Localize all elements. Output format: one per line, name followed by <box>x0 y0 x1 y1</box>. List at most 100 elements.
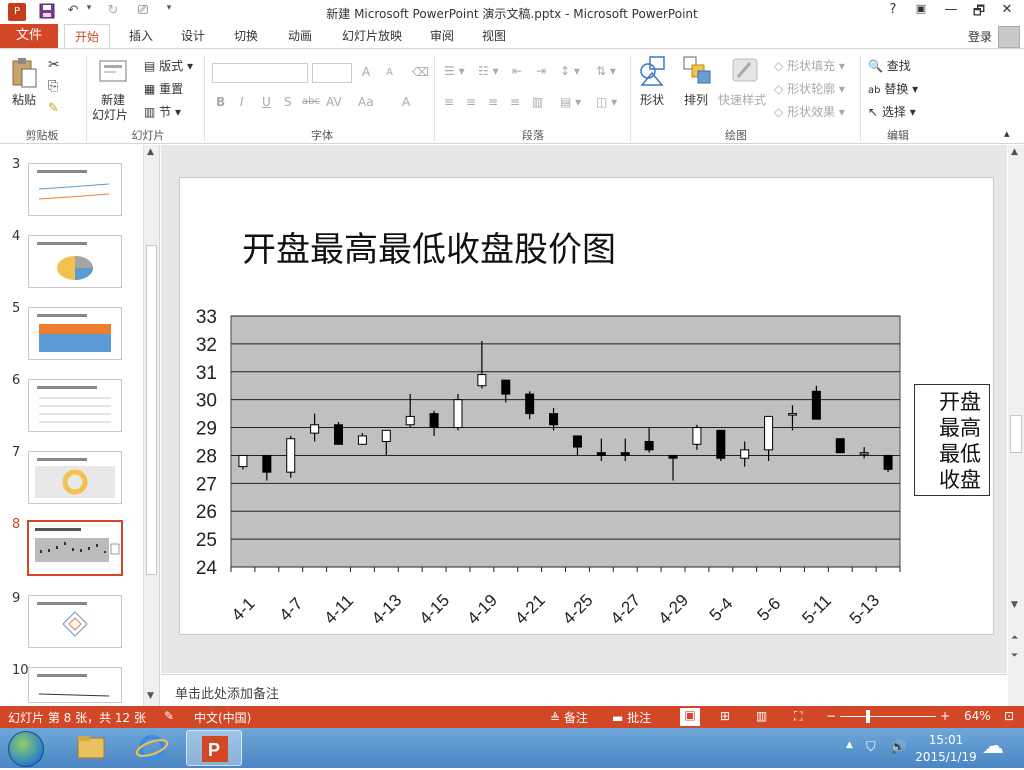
italic-button[interactable]: I <box>240 95 244 109</box>
justify-icon[interactable]: ≡ <box>510 95 520 109</box>
change-case-button[interactable]: Aa <box>358 95 374 109</box>
help-button[interactable]: ? <box>882 2 904 22</box>
slide-count-status[interactable]: 幻灯片 第 8 张，共 12 张 <box>8 709 146 726</box>
shape-effects-button[interactable]: ◇ 形状效果 ▾ <box>774 103 845 120</box>
tab-design[interactable]: 设计 <box>172 24 214 48</box>
slide-thumbnail-8[interactable] <box>27 520 123 576</box>
slide-thumbnail-4[interactable] <box>28 235 122 288</box>
numbering-icon[interactable]: ☷ ▾ <box>478 64 499 78</box>
close-button[interactable]: ✕ <box>996 2 1018 22</box>
internet-explorer-taskbar-icon[interactable] <box>124 730 180 766</box>
restore-button[interactable]: 🗗 <box>968 2 990 22</box>
scroll-up-arrow-icon[interactable]: ▲ <box>1011 147 1018 157</box>
replace-button[interactable]: ab 替换 ▾ <box>868 80 918 97</box>
shapes-icon[interactable] <box>638 55 666 86</box>
smartart-icon[interactable]: ◫ ▾ <box>596 95 617 109</box>
normal-view-icon[interactable]: ▣ <box>680 708 700 726</box>
chart-legend[interactable]: 开盘 最高 最低 收盘 <box>914 384 990 496</box>
spellcheck-icon[interactable]: ✎ <box>164 709 174 723</box>
previous-slide-icon[interactable]: ⏶ <box>1011 633 1018 643</box>
minimize-button[interactable]: — <box>940 2 962 22</box>
reading-view-icon[interactable]: ▥ <box>756 709 767 723</box>
clock-time[interactable]: 15:01 <box>924 733 968 747</box>
zoom-out-icon[interactable]: − <box>826 709 836 723</box>
comments-toggle[interactable]: ▬ 批注 <box>612 709 651 726</box>
start-button-icon[interactable] <box>8 731 44 767</box>
arrange-icon[interactable] <box>682 55 711 85</box>
notes-pane[interactable]: 单击此处添加备注 <box>161 674 1007 706</box>
slide-thumbnail-6[interactable] <box>28 379 122 432</box>
tab-insert[interactable]: 插入 <box>120 24 162 48</box>
font-size-select[interactable] <box>312 63 352 83</box>
align-right-icon[interactable]: ≡ <box>488 95 498 109</box>
notes-toggle[interactable]: ≜ 备注 <box>550 709 588 726</box>
text-direction-icon[interactable]: ⇅ ▾ <box>596 64 616 78</box>
copy-icon[interactable]: ⎘ <box>48 79 58 94</box>
font-shrink-icon[interactable]: A <box>386 67 393 78</box>
editor-scrollbar[interactable]: ▲ ▼ ⏶ ⏷ <box>1008 145 1024 706</box>
line-spacing-icon[interactable]: ↕ ▾ <box>560 64 580 78</box>
clock-date[interactable]: 2015/1/19 <box>914 750 978 764</box>
slide-thumbnail-5[interactable] <box>28 307 122 360</box>
shape-fill-button[interactable]: ◇ 形状填充 ▾ <box>774 57 845 74</box>
avatar[interactable] <box>998 26 1020 48</box>
columns-icon[interactable]: ▤ ▾ <box>560 95 581 109</box>
powerpoint-taskbar-icon[interactable]: P <box>186 730 242 766</box>
tab-view[interactable]: 视图 <box>472 24 516 48</box>
char-spacing-button[interactable]: AV <box>326 95 342 109</box>
show-hidden-icons-icon[interactable]: ▲ <box>846 740 853 750</box>
scrollbar-thumb[interactable] <box>1010 415 1022 453</box>
shapes-button[interactable]: 形状 <box>640 91 664 108</box>
cut-icon[interactable]: ✂ <box>48 57 60 73</box>
ribbon-display-options-icon[interactable]: ▣ <box>910 2 932 22</box>
zoom-slider-track[interactable] <box>840 716 936 717</box>
quick-styles-button[interactable]: 快速样式 <box>718 91 766 108</box>
select-button[interactable]: ↖ 选择 ▾ <box>868 103 916 120</box>
volume-icon[interactable]: 🔊 <box>890 740 906 755</box>
tab-slideshow[interactable]: 幻灯片放映 <box>336 24 408 48</box>
strikethrough-button[interactable]: abc <box>302 96 320 107</box>
thumbnails-scrollbar[interactable]: ▲ ▼ <box>143 145 159 706</box>
language-status[interactable]: 中文(中国) <box>194 709 251 726</box>
tab-file[interactable]: 文件 <box>0 24 58 48</box>
slide-thumbnail-7[interactable] <box>28 451 122 504</box>
new-slide-icon[interactable] <box>98 57 127 87</box>
format-painter-icon[interactable]: ✎ <box>48 101 59 116</box>
slide-sorter-view-icon[interactable]: ⊞ <box>720 709 730 723</box>
quick-styles-icon[interactable] <box>730 55 758 85</box>
zoom-slider-thumb[interactable] <box>866 710 870 723</box>
bullets-icon[interactable]: ☰ ▾ <box>444 64 465 78</box>
shadow-button[interactable]: S <box>284 95 292 109</box>
scrollbar-thumb[interactable] <box>146 245 157 575</box>
find-button[interactable]: 🔍 查找 <box>868 57 911 74</box>
slide-title[interactable]: 开盘最高最低收盘股价图 <box>242 222 616 271</box>
scroll-up-arrow-icon[interactable]: ▲ <box>147 147 154 157</box>
slide-thumbnail-9[interactable] <box>28 595 122 648</box>
align-center-icon[interactable]: ≡ <box>466 95 476 109</box>
scroll-down-arrow-icon[interactable]: ▼ <box>147 691 154 701</box>
notes-placeholder[interactable]: 单击此处添加备注 <box>175 683 279 702</box>
font-grow-icon[interactable]: A <box>362 65 370 79</box>
arrange-button[interactable]: 排列 <box>684 91 708 108</box>
slide-thumbnail-3[interactable] <box>28 163 122 216</box>
slide-thumbnail-10[interactable] <box>28 667 122 703</box>
bold-button[interactable]: B <box>216 95 225 109</box>
align-left-icon[interactable]: ≡ <box>444 95 454 109</box>
clear-format-icon[interactable]: ⌫ <box>412 65 429 79</box>
stock-chart[interactable]: 24 25 26 27 28 29 30 31 32 33 4-1 4-7 4-11 4-13 4-15 4-… <box>180 290 992 632</box>
tab-transitions[interactable]: 切换 <box>224 24 268 48</box>
fit-to-window-icon[interactable]: ⊡ <box>1004 709 1014 723</box>
weather-cloud-icon[interactable]: ☁ <box>982 734 1004 759</box>
zoom-level[interactable]: 64% <box>964 709 991 723</box>
layout-button[interactable]: ▤ 版式 ▾ <box>144 57 193 74</box>
new-slide-label-2[interactable]: 幻灯片 <box>92 106 128 123</box>
file-explorer-taskbar-icon[interactable] <box>62 730 118 766</box>
collapse-ribbon-icon[interactable]: ▴ <box>1004 127 1010 140</box>
scroll-down-arrow-icon[interactable]: ▼ <box>1011 600 1018 610</box>
underline-button[interactable]: U <box>262 95 271 109</box>
next-slide-icon[interactable]: ⏷ <box>1011 651 1018 661</box>
zoom-in-icon[interactable]: + <box>940 709 950 723</box>
security-shield-icon[interactable]: ⛉ <box>866 740 876 755</box>
font-family-select[interactable] <box>212 63 308 83</box>
font-color-button[interactable]: A <box>402 95 410 109</box>
